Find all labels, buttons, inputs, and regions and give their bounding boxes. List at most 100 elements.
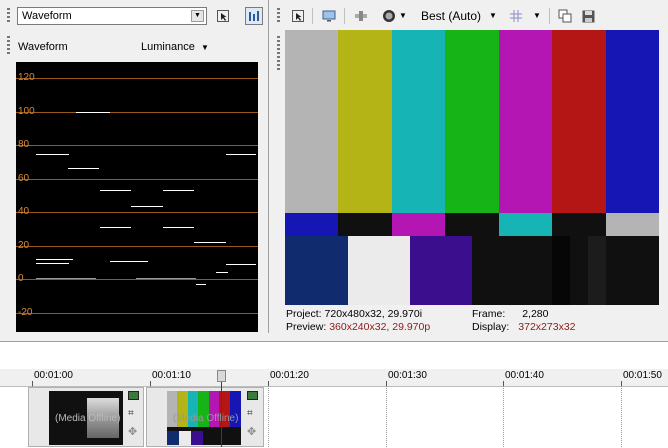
media-offline-label: (Media Offline) bbox=[55, 413, 121, 424]
scope-type-value: Waveform bbox=[22, 10, 72, 22]
time-ruler[interactable]: 00:01:00 00:01:10 00:01:20 00:01:30 00:0… bbox=[0, 369, 668, 387]
film-strip-icon[interactable] bbox=[247, 391, 258, 400]
split-screen-icon[interactable] bbox=[352, 7, 370, 25]
color-bar bbox=[445, 213, 499, 236]
color-bar bbox=[410, 236, 472, 305]
project-value: 720x480x32, 29.970i bbox=[324, 308, 423, 320]
pointer-select-icon[interactable] bbox=[289, 7, 307, 25]
ruler-label: 00:01:50 bbox=[623, 370, 662, 381]
save-snapshot-icon[interactable] bbox=[579, 7, 597, 25]
scope-gridline bbox=[16, 112, 258, 113]
waveform-trace bbox=[36, 263, 69, 264]
color-bar bbox=[338, 213, 392, 236]
scope-y-label: 0 bbox=[18, 273, 24, 284]
pan-icon[interactable]: ✥ bbox=[247, 425, 256, 438]
waveform-trace bbox=[216, 272, 228, 273]
color-bar bbox=[499, 30, 552, 213]
timeline-clip[interactable]: (Media Offline) ⌗ ✥ bbox=[146, 387, 264, 447]
waveform-trace bbox=[163, 227, 194, 228]
color-bar bbox=[499, 213, 552, 236]
waveform-trace bbox=[194, 242, 226, 243]
scope-gridline bbox=[16, 78, 258, 79]
grid-guide bbox=[386, 386, 387, 447]
waveform-trace bbox=[76, 112, 110, 113]
timeline-clip[interactable]: (Media Offline) ⌗ ✥ bbox=[28, 387, 144, 447]
preview-info: Preview: 360x240x32, 29.970p bbox=[286, 321, 430, 333]
ruler-label: 00:01:40 bbox=[505, 370, 544, 381]
grid-icon[interactable] bbox=[507, 7, 525, 25]
scope-type-select[interactable]: Waveform ▼ bbox=[17, 7, 207, 25]
color-bar bbox=[445, 30, 499, 213]
waveform-scope: 120 100 80 60 40 20 0 -20 bbox=[16, 62, 258, 332]
color-bar bbox=[552, 30, 606, 213]
copy-snapshot-icon[interactable] bbox=[556, 7, 574, 25]
scope-y-label: 80 bbox=[18, 139, 30, 150]
toolbar-grip[interactable] bbox=[277, 8, 280, 24]
crop-icon[interactable]: ⌗ bbox=[128, 408, 134, 419]
pointer-select-icon[interactable] bbox=[214, 7, 232, 25]
pluge-bar bbox=[588, 236, 606, 305]
panel-grip[interactable] bbox=[7, 36, 10, 56]
color-bar bbox=[285, 30, 338, 213]
color-bar bbox=[606, 236, 659, 305]
playhead-line[interactable] bbox=[221, 382, 222, 447]
color-bar bbox=[392, 213, 445, 236]
scope-y-label: 60 bbox=[18, 173, 30, 184]
preview-value: 360x240x32, 29.970p bbox=[329, 321, 431, 333]
panel-grip[interactable] bbox=[277, 36, 280, 70]
ruler-label: 00:01:30 bbox=[388, 370, 427, 381]
chevron-down-icon[interactable]: ▼ bbox=[489, 11, 497, 20]
toolbar-grip[interactable] bbox=[7, 8, 10, 24]
chevron-down-icon[interactable]: ▼ bbox=[533, 11, 541, 20]
color-bar bbox=[472, 236, 552, 305]
overlay-icon[interactable] bbox=[380, 7, 398, 25]
chevron-down-icon[interactable]: ▼ bbox=[399, 11, 407, 20]
channel-select[interactable]: Luminance bbox=[141, 41, 195, 53]
project-info: Project: 720x480x32, 29.970i bbox=[286, 308, 422, 320]
media-offline-label: (Media Offline) bbox=[173, 413, 239, 424]
frame-label: Frame: bbox=[472, 308, 506, 320]
monitor-icon[interactable] bbox=[320, 7, 338, 25]
display-label: Display: bbox=[472, 321, 510, 333]
scope-gridline bbox=[16, 145, 258, 146]
video-preview bbox=[285, 30, 659, 305]
toolbar-divider bbox=[549, 8, 550, 24]
display-value: 372x273x32 bbox=[518, 321, 576, 333]
scope-gridline bbox=[16, 313, 258, 314]
film-strip-icon[interactable] bbox=[128, 391, 139, 400]
waveform-trace bbox=[100, 190, 131, 191]
scope-gridline bbox=[16, 179, 258, 180]
color-bar bbox=[552, 213, 606, 236]
dropdown-arrow-icon[interactable]: ▼ bbox=[191, 10, 204, 22]
pluge-bar bbox=[552, 236, 570, 305]
waveform-trace bbox=[163, 190, 194, 191]
ruler-label: 00:01:00 bbox=[34, 370, 73, 381]
grid-guide bbox=[503, 386, 504, 447]
waveform-trace bbox=[110, 261, 148, 262]
project-label: Project: bbox=[286, 308, 322, 320]
pluge-bar bbox=[570, 236, 588, 305]
crop-icon[interactable]: ⌗ bbox=[247, 408, 253, 419]
playhead-handle[interactable] bbox=[217, 370, 226, 382]
waveform-trace bbox=[196, 284, 206, 285]
scope-bars-icon[interactable] bbox=[245, 7, 263, 25]
scope-y-label: 100 bbox=[18, 106, 35, 117]
waveform-trace bbox=[226, 154, 256, 155]
scope-gridline bbox=[16, 246, 258, 247]
display-info: Display: 372x273x32 bbox=[472, 321, 576, 333]
chevron-down-icon[interactable]: ▼ bbox=[201, 43, 209, 52]
frame-value: 2,280 bbox=[522, 308, 549, 320]
scope-y-label: 20 bbox=[18, 240, 30, 251]
quality-select[interactable]: Best (Auto) bbox=[421, 9, 481, 23]
waveform-trace bbox=[36, 278, 96, 279]
color-bar bbox=[606, 213, 659, 236]
toolbar-divider bbox=[344, 8, 345, 24]
preview-label: Preview: bbox=[286, 321, 327, 333]
scope-y-label: 40 bbox=[18, 206, 30, 217]
color-bar bbox=[285, 213, 338, 236]
grid-guide bbox=[621, 386, 622, 447]
color-bar bbox=[392, 30, 445, 213]
pan-icon[interactable]: ✥ bbox=[128, 425, 137, 438]
scope-gridline bbox=[16, 279, 258, 280]
color-bar bbox=[606, 30, 659, 213]
